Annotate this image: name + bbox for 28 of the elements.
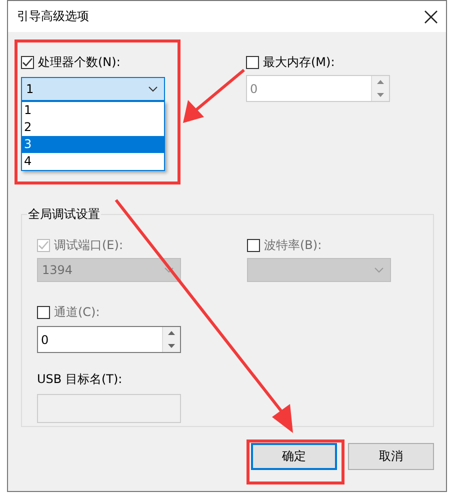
dropdown-option[interactable]: 1 (22, 102, 164, 119)
dropdown-option[interactable]: 2 (22, 119, 164, 136)
checkbox-label: 处理器个数(N): (38, 54, 120, 70)
caret-icon (374, 267, 384, 273)
caret-icon (148, 86, 158, 92)
checkbox-label: 最大内存(M): (263, 54, 335, 70)
window-title: 引导高级选项 (17, 8, 89, 25)
checkbox-label: 调试端口(E): (54, 236, 123, 254)
up-arrow-icon[interactable] (168, 331, 175, 336)
usb-target-field[interactable] (37, 394, 181, 423)
down-arrow-icon[interactable] (168, 344, 175, 348)
cancel-button[interactable]: 取消 (348, 443, 434, 470)
checkbox-label: 通道(C): (54, 304, 100, 320)
dropdown-option[interactable]: 3 (22, 136, 164, 153)
field-label: USB 目标名(T): (37, 371, 124, 388)
checkbox[interactable] (37, 306, 50, 318)
up-arrow-icon[interactable] (377, 80, 384, 84)
ok-button[interactable]: 确定 (251, 443, 337, 470)
caret-icon (164, 267, 174, 273)
processor-dropdown[interactable]: 1 (21, 77, 165, 101)
close-icon[interactable] (424, 10, 438, 24)
checkbox-label: 波特率(B): (264, 236, 322, 254)
arrow (183, 68, 245, 123)
group-title: 全局调试设置 (27, 206, 101, 223)
down-arrow-icon[interactable] (377, 92, 384, 97)
channel-spinbox[interactable]: 0 (37, 326, 181, 353)
dropdown-option[interactable]: 4 (22, 153, 164, 170)
checkbox[interactable] (21, 56, 34, 68)
